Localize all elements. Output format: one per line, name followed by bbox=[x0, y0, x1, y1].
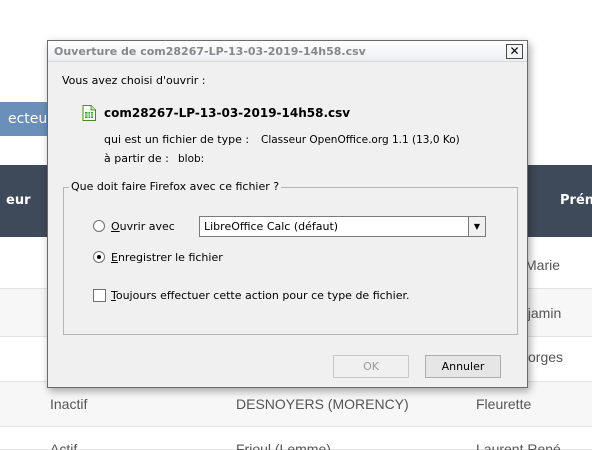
open-with-label[interactable]: Ouvrir avec bbox=[111, 220, 175, 233]
close-button[interactable]: ✕ bbox=[506, 44, 523, 59]
always-do-label-rest: oujours effectuer cette action pour ce t… bbox=[115, 289, 410, 302]
open-file-dialog: Ouverture de com28267-LP-13-03-2019-14h5… bbox=[47, 40, 528, 388]
save-file-label[interactable]: Enregistrer le fichier bbox=[111, 251, 223, 264]
row-prenom: Laurent René bbox=[476, 441, 561, 450]
open-with-label-rest: uvrir avec bbox=[119, 220, 175, 233]
save-file-label-rest: nregistrer le fichier bbox=[117, 251, 223, 264]
filename: com28267-LP-13-03-2019-14h58.csv bbox=[104, 106, 351, 120]
file-type-label: qui est un fichier de type : bbox=[104, 133, 250, 146]
dialog-titlebar[interactable]: Ouverture de com28267-LP-13-03-2019-14h5… bbox=[48, 41, 527, 62]
action-group-label: Que doit faire Firefox avec ce fichier ? bbox=[69, 180, 282, 193]
source-value: blob: bbox=[178, 153, 205, 165]
dialog-title: Ouverture de com28267-LP-13-03-2019-14h5… bbox=[54, 45, 366, 58]
source-label: à partir de : bbox=[104, 152, 169, 165]
spreadsheet-file-icon bbox=[82, 105, 96, 121]
row-prenom: Marie bbox=[525, 257, 561, 273]
row-name: DESNOYERS (MORENCY) bbox=[236, 396, 409, 412]
save-file-radio[interactable] bbox=[93, 251, 105, 263]
table-row: Inactif DESNOYERS (MORENCY) Fleurette bbox=[0, 382, 592, 427]
always-do-label[interactable]: Toujours effectuer cette action pour ce … bbox=[111, 289, 409, 302]
file-type-value: Classeur OpenOffice.org 1.1 (13,0 Ko) bbox=[261, 134, 460, 146]
always-do-checkbox[interactable] bbox=[93, 289, 106, 302]
save-file-accel: E bbox=[111, 251, 118, 264]
application-select[interactable]: LibreOffice Calc (défaut) ▼ bbox=[199, 216, 486, 237]
chevron-down-icon[interactable]: ▼ bbox=[468, 217, 485, 236]
table-row: Actif Frioul (Lemme) Laurent René bbox=[0, 427, 592, 450]
intro-text: Vous avez choisi d'ouvrir : bbox=[62, 74, 206, 87]
header-column-prenom: Prén bbox=[560, 193, 592, 208]
row-prenom: Fleurette bbox=[476, 396, 532, 412]
row-name: Frioul (Lemme) bbox=[236, 441, 331, 450]
cancel-button[interactable]: Annuler bbox=[425, 355, 501, 378]
background-tab: ecteu bbox=[0, 102, 52, 136]
header-column-fragment: eur bbox=[6, 193, 31, 208]
row-prenom: orges bbox=[528, 349, 564, 365]
row-status: Actif bbox=[50, 441, 78, 450]
open-with-accel: O bbox=[111, 220, 120, 233]
row-status: Inactif bbox=[50, 396, 88, 412]
open-with-radio[interactable] bbox=[93, 220, 105, 232]
ok-button[interactable]: OK bbox=[333, 355, 409, 378]
application-select-value: LibreOffice Calc (défaut) bbox=[204, 220, 339, 233]
